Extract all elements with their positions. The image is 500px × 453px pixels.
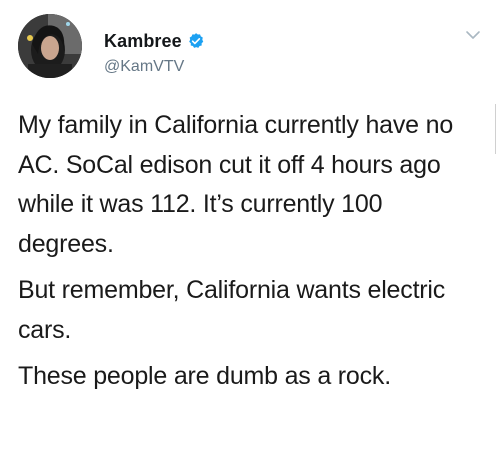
display-name[interactable]: Kambree — [104, 31, 182, 52]
tweet-body: My family in California currently have n… — [18, 106, 483, 404]
tweet-paragraph: But remember, California wants electric … — [18, 276, 446, 344]
tweet-card: Kambree @KamVTV My family in California … — [0, 0, 500, 453]
tweet-paragraph: These people are dumb as a rock. — [18, 362, 391, 390]
display-name-row: Kambree — [104, 30, 205, 52]
chevron-down-icon[interactable] — [464, 26, 482, 44]
verified-badge-icon — [187, 32, 205, 50]
avatar[interactable] — [18, 14, 82, 78]
user-handle[interactable]: @KamVTV — [104, 58, 205, 76]
tweet-header: Kambree @KamVTV — [18, 14, 488, 94]
avatar-photo-icon — [18, 14, 82, 78]
scrollbar-track — [495, 104, 496, 154]
tweet-paragraph: My family in California currently have n… — [18, 111, 454, 258]
user-info: Kambree @KamVTV — [104, 30, 205, 76]
